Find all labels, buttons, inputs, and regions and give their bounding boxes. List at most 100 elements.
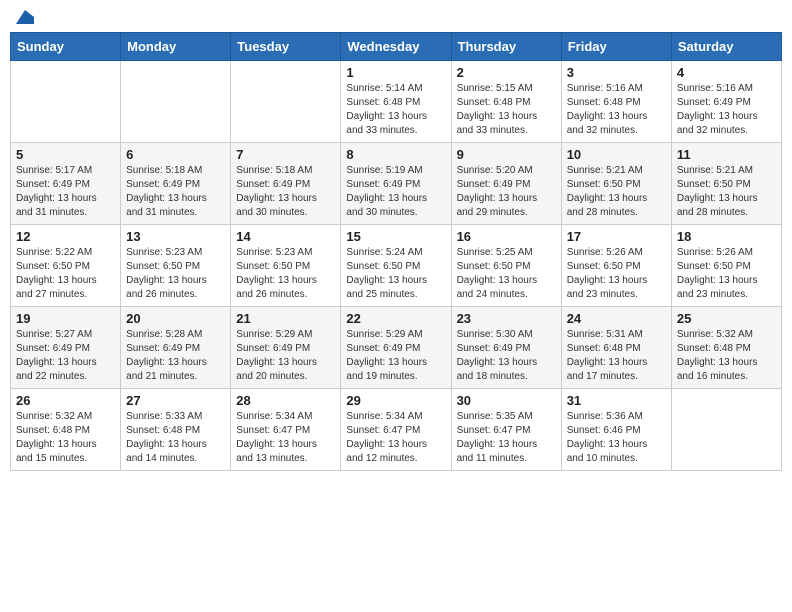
cell-day-info: Sunrise: 5:36 AM Sunset: 6:46 PM Dayligh… xyxy=(567,410,666,466)
cell-day-number: 20 xyxy=(126,311,225,326)
cell-day-info: Sunrise: 5:34 AM Sunset: 6:47 PM Dayligh… xyxy=(236,410,335,466)
calendar-cell: 17 Sunrise: 5:26 AM Sunset: 6:50 PM Dayli… xyxy=(561,225,671,307)
calendar-cell: 27 Sunrise: 5:33 AM Sunset: 6:48 PM Dayli… xyxy=(121,389,231,471)
cell-day-info: Sunrise: 5:23 AM Sunset: 6:50 PM Dayligh… xyxy=(126,246,225,302)
calendar-cell: 25 Sunrise: 5:32 AM Sunset: 6:48 PM Dayli… xyxy=(671,307,781,389)
cell-day-info: Sunrise: 5:29 AM Sunset: 6:49 PM Dayligh… xyxy=(346,328,445,384)
cell-day-number: 17 xyxy=(567,229,666,244)
cell-day-info: Sunrise: 5:31 AM Sunset: 6:48 PM Dayligh… xyxy=(567,328,666,384)
cell-day-number: 19 xyxy=(16,311,115,326)
cell-day-info: Sunrise: 5:25 AM Sunset: 6:50 PM Dayligh… xyxy=(457,246,556,302)
cell-day-number: 15 xyxy=(346,229,445,244)
calendar-week-row: 1 Sunrise: 5:14 AM Sunset: 6:48 PM Daylig… xyxy=(11,61,782,143)
calendar-cell: 12Sunrise: 5:22 AM Sunset: 6:50 PM Dayli… xyxy=(11,225,121,307)
cell-day-info: Sunrise: 5:27 AM Sunset: 6:49 PM Dayligh… xyxy=(16,328,115,384)
cell-day-number: 18 xyxy=(677,229,776,244)
cell-day-number: 23 xyxy=(457,311,556,326)
cell-day-info: Sunrise: 5:32 AM Sunset: 6:48 PM Dayligh… xyxy=(16,410,115,466)
cell-day-number: 30 xyxy=(457,393,556,408)
cell-day-number: 8 xyxy=(346,147,445,162)
cell-day-number: 10 xyxy=(567,147,666,162)
cell-day-info: Sunrise: 5:35 AM Sunset: 6:47 PM Dayligh… xyxy=(457,410,556,466)
logo-icon xyxy=(16,10,34,24)
cell-day-number: 22 xyxy=(346,311,445,326)
calendar-cell: 2Sunrise: 5:15 AM Sunset: 6:48 PM Daylig… xyxy=(451,61,561,143)
cell-day-info: Sunrise: 5:21 AM Sunset: 6:50 PM Dayligh… xyxy=(677,164,776,220)
cell-day-info: Sunrise: 5:29 AM Sunset: 6:49 PM Dayligh… xyxy=(236,328,335,384)
calendar-cell: 22 Sunrise: 5:29 AM Sunset: 6:49 PM Dayli… xyxy=(341,307,451,389)
calendar-cell: 6Sunrise: 5:18 AM Sunset: 6:49 PM Daylig… xyxy=(121,143,231,225)
calendar-cell: 18 Sunrise: 5:26 AM Sunset: 6:50 PM Dayli… xyxy=(671,225,781,307)
calendar-cell: 24 Sunrise: 5:31 AM Sunset: 6:48 PM Dayli… xyxy=(561,307,671,389)
cell-day-number: 24 xyxy=(567,311,666,326)
cell-day-number: 14 xyxy=(236,229,335,244)
page-header xyxy=(10,10,782,24)
cell-day-number: 31 xyxy=(567,393,666,408)
cell-day-info: Sunrise: 5:24 AM Sunset: 6:50 PM Dayligh… xyxy=(346,246,445,302)
cell-day-number: 29 xyxy=(346,393,445,408)
cell-day-info: Sunrise: 5:14 AM Sunset: 6:48 PM Dayligh… xyxy=(346,82,445,138)
cell-day-number: 5 xyxy=(16,147,115,162)
calendar-cell: 23 Sunrise: 5:30 AM Sunset: 6:49 PM Dayli… xyxy=(451,307,561,389)
calendar-cell: 4 Sunrise: 5:16 AM Sunset: 6:49 PM Daylig… xyxy=(671,61,781,143)
cell-day-info: Sunrise: 5:19 AM Sunset: 6:49 PM Dayligh… xyxy=(346,164,445,220)
calendar-cell: 16 Sunrise: 5:25 AM Sunset: 6:50 PM Dayli… xyxy=(451,225,561,307)
cell-day-number: 28 xyxy=(236,393,335,408)
column-header-monday: Monday xyxy=(121,33,231,61)
cell-day-info: Sunrise: 5:22 AM Sunset: 6:50 PM Dayligh… xyxy=(16,246,115,302)
cell-day-number: 13 xyxy=(126,229,225,244)
calendar-cell: 3 Sunrise: 5:16 AM Sunset: 6:48 PM Daylig… xyxy=(561,61,671,143)
cell-day-info: Sunrise: 5:26 AM Sunset: 6:50 PM Dayligh… xyxy=(677,246,776,302)
column-header-sunday: Sunday xyxy=(11,33,121,61)
calendar-cell: 8 Sunrise: 5:19 AM Sunset: 6:49 PM Daylig… xyxy=(341,143,451,225)
cell-day-number: 16 xyxy=(457,229,556,244)
calendar-cell: 14Sunrise: 5:23 AM Sunset: 6:50 PM Dayli… xyxy=(231,225,341,307)
calendar-cell: 29Sunrise: 5:34 AM Sunset: 6:47 PM Dayli… xyxy=(341,389,451,471)
cell-day-number: 21 xyxy=(236,311,335,326)
calendar-cell: 13 Sunrise: 5:23 AM Sunset: 6:50 PM Dayli… xyxy=(121,225,231,307)
column-header-thursday: Thursday xyxy=(451,33,561,61)
cell-day-info: Sunrise: 5:30 AM Sunset: 6:49 PM Dayligh… xyxy=(457,328,556,384)
calendar-cell: 5 Sunrise: 5:17 AM Sunset: 6:49 PM Daylig… xyxy=(11,143,121,225)
calendar-cell: 1 Sunrise: 5:14 AM Sunset: 6:48 PM Daylig… xyxy=(341,61,451,143)
calendar-cell: 15 Sunrise: 5:24 AM Sunset: 6:50 PM Dayli… xyxy=(341,225,451,307)
cell-day-number: 25 xyxy=(677,311,776,326)
cell-day-info: Sunrise: 5:16 AM Sunset: 6:49 PM Dayligh… xyxy=(677,82,776,138)
cell-day-info: Sunrise: 5:15 AM Sunset: 6:48 PM Dayligh… xyxy=(457,82,556,138)
column-header-wednesday: Wednesday xyxy=(341,33,451,61)
cell-day-number: 4 xyxy=(677,65,776,80)
cell-day-number: 1 xyxy=(346,65,445,80)
calendar-cell: 21 Sunrise: 5:29 AM Sunset: 6:49 PM Dayli… xyxy=(231,307,341,389)
calendar-cell: 26 Sunrise: 5:32 AM Sunset: 6:48 PM Dayli… xyxy=(11,389,121,471)
cell-day-number: 26 xyxy=(16,393,115,408)
calendar-week-row: 5 Sunrise: 5:17 AM Sunset: 6:49 PM Daylig… xyxy=(11,143,782,225)
calendar-cell xyxy=(671,389,781,471)
calendar-cell: 11 Sunrise: 5:21 AM Sunset: 6:50 PM Dayli… xyxy=(671,143,781,225)
column-header-friday: Friday xyxy=(561,33,671,61)
cell-day-info: Sunrise: 5:18 AM Sunset: 6:49 PM Dayligh… xyxy=(126,164,225,220)
cell-day-info: Sunrise: 5:33 AM Sunset: 6:48 PM Dayligh… xyxy=(126,410,225,466)
cell-day-info: Sunrise: 5:17 AM Sunset: 6:49 PM Dayligh… xyxy=(16,164,115,220)
cell-day-number: 11 xyxy=(677,147,776,162)
calendar-header-row: SundayMondayTuesdayWednesdayThursdayFrid… xyxy=(11,33,782,61)
cell-day-number: 27 xyxy=(126,393,225,408)
logo xyxy=(14,10,34,24)
cell-day-info: Sunrise: 5:21 AM Sunset: 6:50 PM Dayligh… xyxy=(567,164,666,220)
cell-day-info: Sunrise: 5:18 AM Sunset: 6:49 PM Dayligh… xyxy=(236,164,335,220)
calendar-cell: 31 Sunrise: 5:36 AM Sunset: 6:46 PM Dayli… xyxy=(561,389,671,471)
cell-day-number: 9 xyxy=(457,147,556,162)
calendar-week-row: 19 Sunrise: 5:27 AM Sunset: 6:49 PM Dayli… xyxy=(11,307,782,389)
cell-day-number: 7 xyxy=(236,147,335,162)
cell-day-number: 3 xyxy=(567,65,666,80)
calendar-cell: 20Sunrise: 5:28 AM Sunset: 6:49 PM Dayli… xyxy=(121,307,231,389)
calendar-cell xyxy=(231,61,341,143)
cell-day-info: Sunrise: 5:16 AM Sunset: 6:48 PM Dayligh… xyxy=(567,82,666,138)
cell-day-info: Sunrise: 5:20 AM Sunset: 6:49 PM Dayligh… xyxy=(457,164,556,220)
calendar-cell: 19 Sunrise: 5:27 AM Sunset: 6:49 PM Dayli… xyxy=(11,307,121,389)
cell-day-info: Sunrise: 5:32 AM Sunset: 6:48 PM Dayligh… xyxy=(677,328,776,384)
calendar-week-row: 12Sunrise: 5:22 AM Sunset: 6:50 PM Dayli… xyxy=(11,225,782,307)
calendar-cell: 9 Sunrise: 5:20 AM Sunset: 6:49 PM Daylig… xyxy=(451,143,561,225)
column-header-saturday: Saturday xyxy=(671,33,781,61)
cell-day-info: Sunrise: 5:26 AM Sunset: 6:50 PM Dayligh… xyxy=(567,246,666,302)
calendar-cell: 7 Sunrise: 5:18 AM Sunset: 6:49 PM Daylig… xyxy=(231,143,341,225)
